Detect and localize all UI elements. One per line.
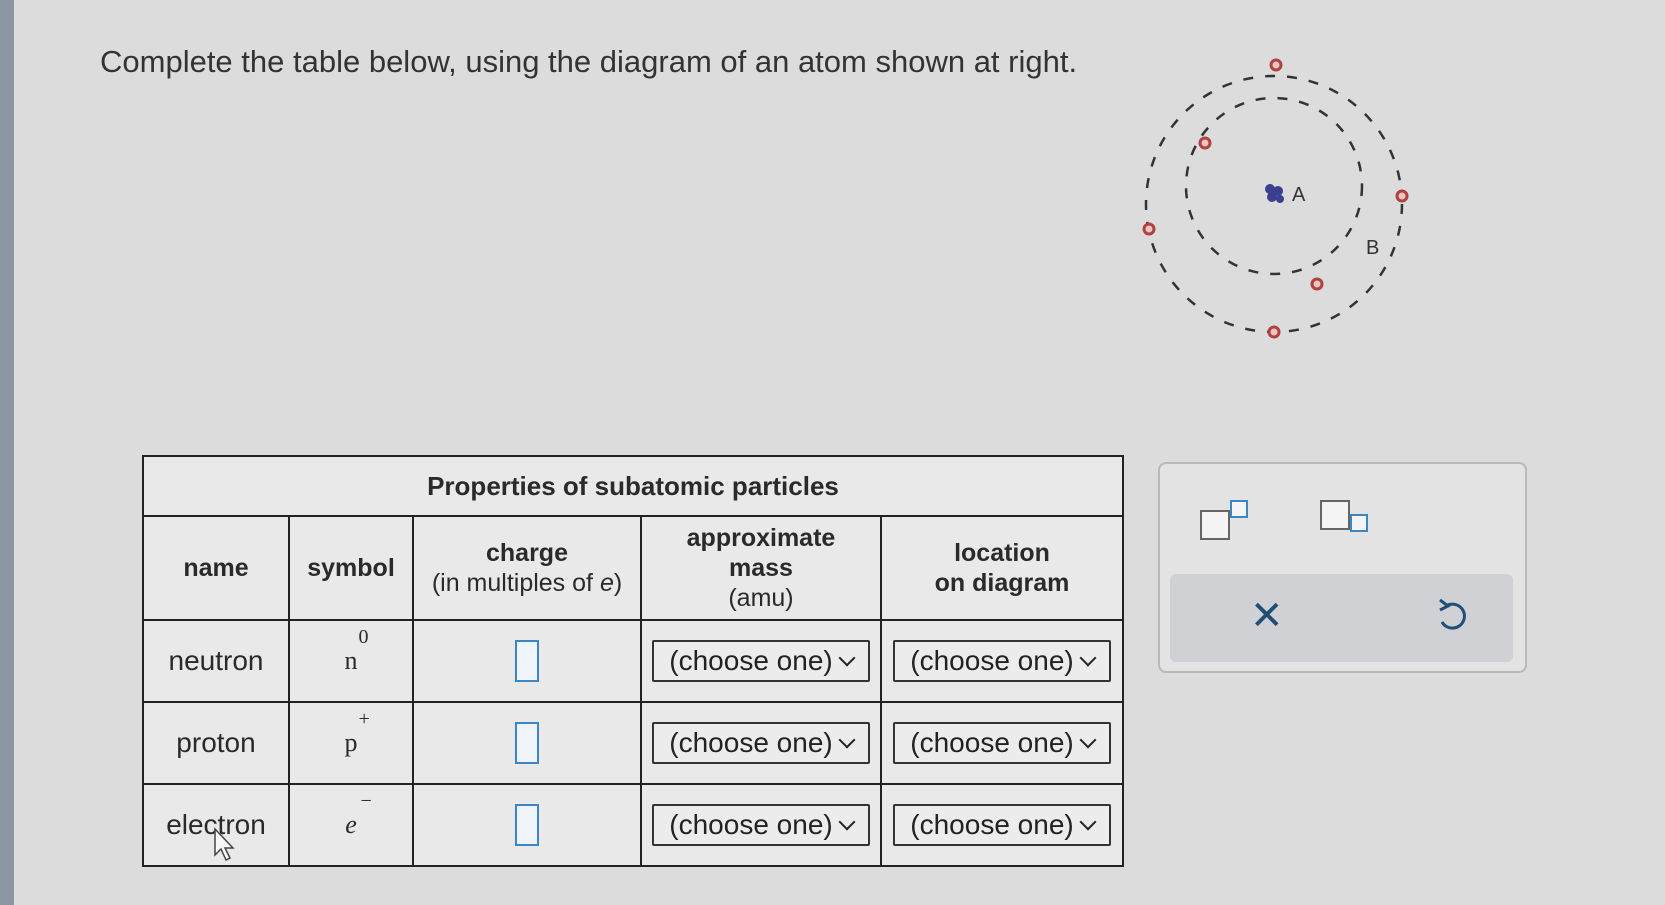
charge-input[interactable] [515, 804, 539, 846]
label-b: B [1366, 237, 1379, 259]
superscript-small-box [1230, 500, 1248, 518]
electron-dot [1269, 58, 1283, 72]
particle-symbol: p + [288, 701, 414, 785]
chevron-down-icon [838, 649, 856, 667]
particle-name: proton [142, 701, 290, 785]
location-cell: (choose one) [880, 619, 1124, 703]
chevron-down-icon [1079, 649, 1097, 667]
location-dropdown[interactable]: (choose one) [893, 804, 1111, 846]
mass-cell: (choose one) [640, 783, 882, 867]
electron-dot [1310, 277, 1324, 291]
action-bar: ✕ [1170, 574, 1513, 662]
nucleus-icon [1265, 184, 1284, 203]
subscript-icon [1320, 500, 1350, 530]
location-dropdown[interactable]: (choose one) [893, 722, 1111, 764]
electron-dot [1198, 136, 1212, 150]
particle-symbol: n0 [288, 619, 414, 703]
charge-cell [412, 619, 642, 703]
table-row-proton: proton p + (choose one) (choose one) [142, 701, 1124, 785]
charge-input[interactable] [515, 722, 539, 764]
electron-dot [1142, 222, 1156, 236]
header-name: name [142, 515, 290, 621]
question-prompt: Complete the table below, using the diag… [100, 44, 1078, 79]
location-dropdown[interactable]: (choose one) [893, 640, 1111, 682]
charge-input[interactable] [515, 640, 539, 682]
particle-symbol: e − [288, 783, 414, 867]
chevron-down-icon [1079, 813, 1097, 831]
label-a: A [1292, 184, 1306, 206]
header-charge-sub: (in multiples of e) [431, 569, 623, 597]
subscript-small-box [1350, 514, 1368, 532]
undo-icon[interactable] [1432, 594, 1472, 638]
table-row-neutron: neutron n0 (choose one) (choose one) [142, 619, 1124, 703]
particle-name: neutron [142, 619, 290, 703]
subscript-button[interactable] [1320, 500, 1370, 540]
header-charge-main: charge [486, 539, 568, 567]
atom-diagram: A B [1142, 58, 1409, 339]
chevron-down-icon [838, 731, 856, 749]
mouse-cursor-icon [214, 827, 235, 862]
header-charge: charge (in multiples of e) [412, 515, 642, 621]
clear-button[interactable]: ✕ [1250, 596, 1284, 636]
chevron-down-icon [1079, 731, 1097, 749]
mass-dropdown[interactable]: (choose one) [652, 640, 870, 682]
header-mass: approximate mass (amu) [640, 515, 882, 621]
mass-cell: (choose one) [640, 701, 882, 785]
answer-tools-panel: ✕ [1158, 462, 1527, 673]
properties-table: Properties of subatomic particles name s… [142, 455, 1124, 867]
superscript-button[interactable] [1200, 500, 1250, 540]
window-edge [0, 0, 14, 905]
header-location: location on diagram [880, 515, 1124, 621]
mass-cell: (choose one) [640, 619, 882, 703]
location-cell: (choose one) [880, 701, 1124, 785]
charge-cell [412, 701, 642, 785]
chevron-down-icon [838, 813, 856, 831]
table-row-electron: electron e − (choose one) (choose one) [142, 783, 1124, 867]
mass-dropdown[interactable]: (choose one) [652, 722, 870, 764]
electron-dot [1395, 189, 1409, 203]
electron-dot [1267, 325, 1281, 339]
superscript-icon [1200, 510, 1230, 540]
header-symbol: symbol [288, 515, 414, 621]
location-cell: (choose one) [880, 783, 1124, 867]
outer-shell [1144, 74, 1404, 334]
mass-dropdown[interactable]: (choose one) [652, 804, 870, 846]
table-title: Properties of subatomic particles [142, 455, 1124, 517]
charge-cell [412, 783, 642, 867]
